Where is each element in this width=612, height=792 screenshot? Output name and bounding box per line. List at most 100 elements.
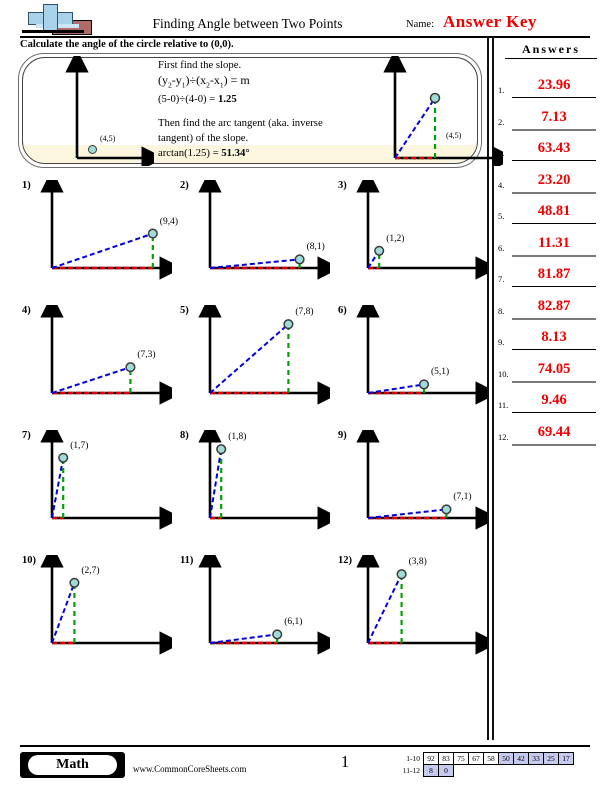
point-coordinate-label: (1,8) <box>228 432 247 443</box>
answer-row: 4. 23.20 <box>498 167 598 197</box>
point-coordinate-label: (8,1) <box>306 242 325 253</box>
subject-badge: Math <box>20 752 125 778</box>
answer-key-stamp: Answer Key <box>443 12 537 31</box>
answer-value: 81.87 <box>537 266 571 282</box>
example-box: (4,5) First find the slope. (y2-y1)÷(x2-… <box>18 53 503 168</box>
answer-blank-line[interactable] <box>512 317 596 320</box>
answer-value: 63.43 <box>537 140 571 156</box>
plotted-point <box>441 504 452 515</box>
answer-value: 8.13 <box>541 329 567 345</box>
plotted-point <box>418 379 430 390</box>
example-hypotenuse <box>394 97 436 159</box>
point-coordinate-label: (2,7) <box>81 565 100 576</box>
example-slope-formula: (y2-y1)÷(x2-x1) = m <box>158 73 250 90</box>
score-cell: 58 <box>483 752 499 765</box>
point-coordinate-label: (3,8) <box>408 557 427 568</box>
page-number: 1 <box>340 752 350 771</box>
problem-graph: 6) (5,1) <box>338 305 488 413</box>
answer-blank-line[interactable] <box>512 286 596 288</box>
example-explanation: First find the slope. (y2-y1)÷(x2-x1) = … <box>158 58 373 161</box>
score-cell-empty <box>559 765 574 777</box>
answer-row: 8. 82.87 <box>498 293 598 323</box>
problem-axes <box>198 305 330 405</box>
answer-number: 10. <box>498 368 509 379</box>
website-url: www.CommonCoreSheets.com <box>133 764 247 774</box>
page-title: Finding Angle between Two Points <box>152 16 343 31</box>
point-coordinate-label: (1,7) <box>70 440 89 451</box>
score-cell: 17 <box>558 752 574 765</box>
answer-blank-line[interactable] <box>512 412 596 414</box>
answer-value: 11.31 <box>538 234 570 251</box>
score-cell-empty <box>499 765 514 777</box>
score-cell: 50 <box>498 752 514 765</box>
name-label: Name: <box>406 19 434 30</box>
hypotenuse <box>51 232 154 269</box>
answer-value: 48.81 <box>537 203 571 219</box>
answer-blank-line[interactable] <box>512 349 596 351</box>
example-slope-result: 1.25 <box>217 93 237 106</box>
answer-value: 9.46 <box>541 392 567 408</box>
score-cell: 8 <box>423 764 439 777</box>
score-cell: 83 <box>438 752 454 765</box>
answer-blank-line[interactable] <box>512 97 596 99</box>
answer-number: 4. <box>498 179 505 190</box>
answer-blank-line[interactable] <box>512 223 596 225</box>
answer-blank-line[interactable] <box>512 160 596 162</box>
plotted-point <box>147 228 158 239</box>
problem-axes <box>356 180 488 280</box>
answer-value: 23.96 <box>537 77 571 93</box>
answer-row: 6. 11.31 <box>498 230 598 260</box>
point-coordinate-label: (7,8) <box>295 307 314 318</box>
problem-axes <box>198 180 330 280</box>
answer-blank-line[interactable] <box>512 443 596 446</box>
example-line-5: tangent) of the slope. <box>158 132 249 145</box>
subject-label: Math <box>56 757 89 772</box>
plotted-point <box>216 444 227 455</box>
point-coordinate-label: (9,4) <box>159 216 178 227</box>
answer-row: 1. 23.96 <box>498 72 598 102</box>
subject-badge-pill: Math <box>28 755 117 775</box>
answer-row: 7. 81.87 <box>498 261 598 291</box>
plotted-point <box>272 629 283 640</box>
example-left-point <box>88 145 97 154</box>
answer-number: 12. <box>498 431 509 442</box>
score-cell-empty <box>484 765 499 777</box>
score-cell: 0 <box>438 764 454 777</box>
problem-axes <box>356 305 488 405</box>
logo-baseline <box>22 30 84 33</box>
answer-blank-line[interactable] <box>512 191 596 194</box>
example-arctan-result: 51.34° <box>221 147 250 160</box>
example-arctan-text: arctan(1.25) = <box>158 147 222 160</box>
answer-row: 9. 8.13 <box>498 324 598 354</box>
problem-graph: 7) (1,7) <box>22 430 172 538</box>
score-row-1: 1-10 92 83 75 67 58 50 42 33 25 17 <box>396 752 574 765</box>
example-right-point-label: (4,5) <box>446 131 462 140</box>
point-coordinate-label: (1,2) <box>386 233 405 244</box>
plotted-point <box>294 254 305 265</box>
point-coordinate-label: (7,3) <box>137 350 156 361</box>
score-cell-empty <box>469 765 484 777</box>
example-line-1: First find the slope. <box>158 59 242 71</box>
plotted-point <box>125 362 136 373</box>
point-coordinate-label: (6,1) <box>284 617 303 628</box>
problem-graph: 5) (7,8) <box>180 305 330 413</box>
example-text-gap <box>158 107 373 116</box>
score-cell: 75 <box>453 752 469 765</box>
problem-graph: 10) (2,7) <box>22 555 172 663</box>
answer-blank-line[interactable] <box>512 128 596 131</box>
problem-axes <box>40 430 172 530</box>
point-coordinate-label: (7,1) <box>453 492 472 503</box>
point-coordinate-label: (5,1) <box>431 367 450 378</box>
answer-blank-line[interactable] <box>512 254 596 257</box>
problem-graph: 2) (8,1) <box>180 180 330 288</box>
answer-number: 7. <box>498 274 505 284</box>
answer-row: 10. 74.05 <box>498 356 598 386</box>
answer-value: 74.05 <box>537 360 571 377</box>
score-row-1-label: 1-10 <box>406 754 420 763</box>
answer-value: 7.13 <box>541 108 567 125</box>
hypotenuse <box>209 323 290 394</box>
answer-number: 5. <box>498 211 505 221</box>
answer-blank-line[interactable] <box>512 380 596 383</box>
example-right-point <box>429 92 441 104</box>
problem-graph: 4) (7,3) <box>22 305 172 413</box>
